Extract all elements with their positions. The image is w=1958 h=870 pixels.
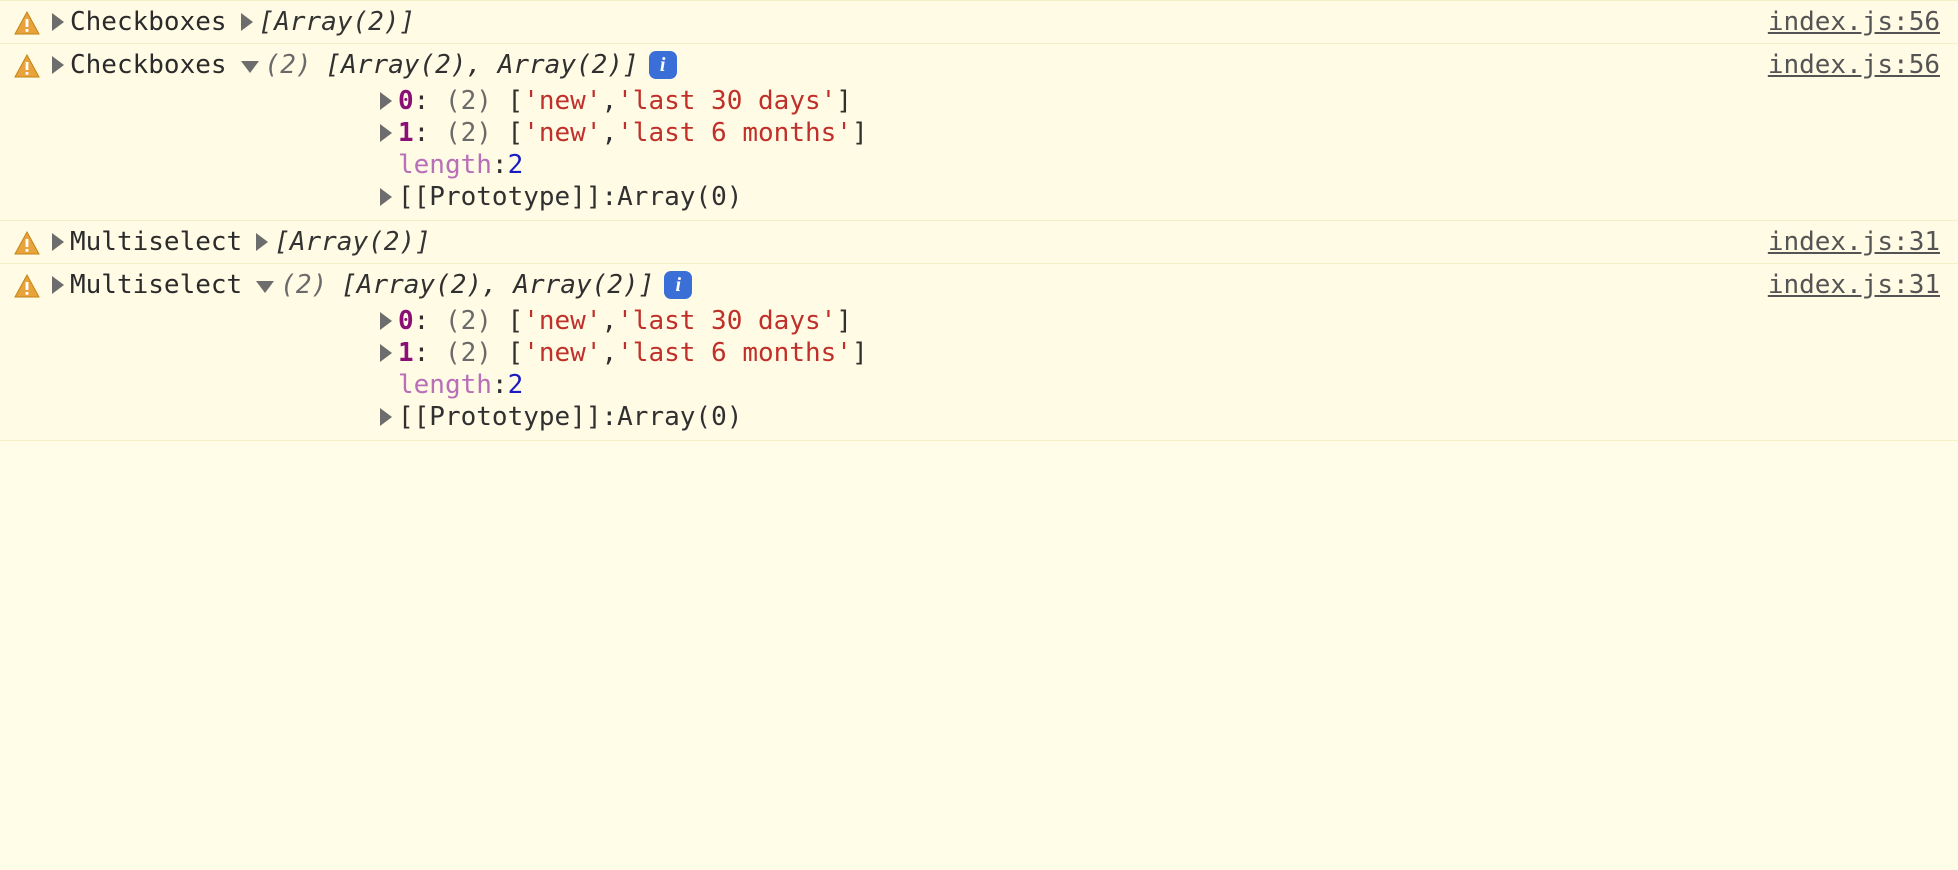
- log-label: Multiselect: [70, 227, 242, 257]
- string-value: 'new': [523, 338, 601, 368]
- entry-index: 0: [398, 86, 414, 116]
- separator: :: [602, 182, 618, 212]
- warning-icon: [14, 11, 40, 35]
- property-key: length: [398, 150, 492, 180]
- log-label: Checkboxes: [70, 7, 227, 37]
- property-key: length: [398, 370, 492, 400]
- separator: ,: [601, 118, 617, 148]
- console-row: Multiselect (2) [Array(2), Array(2)] i 0…: [0, 264, 1958, 441]
- property-key: [[Prototype]]: [398, 402, 602, 432]
- bracket-close: ]: [852, 338, 868, 368]
- entry-count: (2): [445, 306, 492, 336]
- string-value: 'last 6 months': [617, 338, 852, 368]
- string-value: 'last 30 days': [617, 86, 836, 116]
- entry-index: 1: [398, 118, 414, 148]
- info-icon[interactable]: i: [664, 271, 692, 299]
- object-summary[interactable]: [Array(2), Array(2)]: [341, 270, 654, 300]
- property-value: 2: [508, 370, 524, 400]
- expand-toggle-icon[interactable]: [380, 188, 392, 206]
- source-link[interactable]: index.js:56: [1768, 50, 1940, 80]
- log-label: Checkboxes: [70, 50, 227, 80]
- source-link[interactable]: index.js:31: [1768, 270, 1940, 300]
- object-expand-icon[interactable]: [256, 233, 268, 251]
- property-value: Array(0): [617, 182, 742, 212]
- separator: ,: [601, 338, 617, 368]
- expand-toggle-icon[interactable]: [52, 276, 64, 294]
- string-value: 'last 6 months': [617, 118, 852, 148]
- warning-icon: [14, 54, 40, 78]
- separator: :: [602, 402, 618, 432]
- source-link[interactable]: index.js:56: [1768, 7, 1940, 37]
- prototype-property[interactable]: [[Prototype]] : Array(0): [380, 402, 1944, 432]
- expand-toggle-icon[interactable]: [52, 56, 64, 74]
- entry-count: (2): [445, 86, 492, 116]
- string-value: 'new': [523, 306, 601, 336]
- object-collapse-icon[interactable]: [241, 61, 259, 73]
- length-property: length : 2: [380, 370, 1944, 400]
- object-children: 0: (2) [ 'new' , 'last 30 days' ] 1: (2)…: [52, 306, 1944, 432]
- console-row: Checkboxes (2) [Array(2), Array(2)] i 0:…: [0, 44, 1958, 221]
- console-row: Multiselect [Array(2)] index.js:31: [0, 221, 1958, 264]
- expand-toggle-icon[interactable]: [52, 233, 64, 251]
- bracket-open: [: [508, 338, 524, 368]
- string-value: 'new': [523, 86, 601, 116]
- property-value: Array(0): [617, 402, 742, 432]
- object-summary[interactable]: [Array(2)]: [259, 7, 416, 37]
- bracket-close: ]: [836, 306, 852, 336]
- warning-icon: [14, 231, 40, 255]
- expand-toggle-icon[interactable]: [380, 312, 392, 330]
- separator: :: [492, 370, 508, 400]
- object-children: 0: (2) [ 'new' , 'last 30 days' ] 1: (2)…: [52, 86, 1944, 212]
- object-count: (2): [265, 50, 312, 80]
- string-value: 'new': [523, 118, 601, 148]
- array-entry[interactable]: 0: (2) [ 'new' , 'last 30 days' ]: [380, 86, 1944, 116]
- bracket-close: ]: [852, 118, 868, 148]
- separator: :: [492, 150, 508, 180]
- object-summary[interactable]: [Array(2)]: [274, 227, 431, 257]
- bracket-open: [: [508, 118, 524, 148]
- expand-toggle-icon[interactable]: [52, 13, 64, 31]
- bracket-close: ]: [836, 86, 852, 116]
- console-row: Checkboxes [Array(2)] index.js:56: [0, 0, 1958, 44]
- length-property: length : 2: [380, 150, 1944, 180]
- entry-index: 0: [398, 306, 414, 336]
- object-expand-icon[interactable]: [241, 13, 253, 31]
- separator: ,: [601, 306, 617, 336]
- entry-count: (2): [445, 338, 492, 368]
- array-entry[interactable]: 1: (2) [ 'new' , 'last 6 months' ]: [380, 118, 1944, 148]
- array-entry[interactable]: 1: (2) [ 'new' , 'last 6 months' ]: [380, 338, 1944, 368]
- bracket-open: [: [508, 86, 524, 116]
- property-key: [[Prototype]]: [398, 182, 602, 212]
- entry-count: (2): [445, 118, 492, 148]
- expand-toggle-icon[interactable]: [380, 344, 392, 362]
- expand-toggle-icon[interactable]: [380, 408, 392, 426]
- log-label: Multiselect: [70, 270, 242, 300]
- separator: ,: [601, 86, 617, 116]
- source-link[interactable]: index.js:31: [1768, 227, 1940, 257]
- property-value: 2: [508, 150, 524, 180]
- info-icon[interactable]: i: [649, 51, 677, 79]
- warning-icon: [14, 274, 40, 298]
- string-value: 'last 30 days': [617, 306, 836, 336]
- expand-toggle-icon[interactable]: [380, 124, 392, 142]
- object-count: (2): [280, 270, 327, 300]
- entry-index: 1: [398, 338, 414, 368]
- bracket-open: [: [508, 306, 524, 336]
- expand-toggle-icon[interactable]: [380, 92, 392, 110]
- object-summary[interactable]: [Array(2), Array(2)]: [326, 50, 639, 80]
- array-entry[interactable]: 0: (2) [ 'new' , 'last 30 days' ]: [380, 306, 1944, 336]
- object-collapse-icon[interactable]: [256, 281, 274, 293]
- prototype-property[interactable]: [[Prototype]] : Array(0): [380, 182, 1944, 212]
